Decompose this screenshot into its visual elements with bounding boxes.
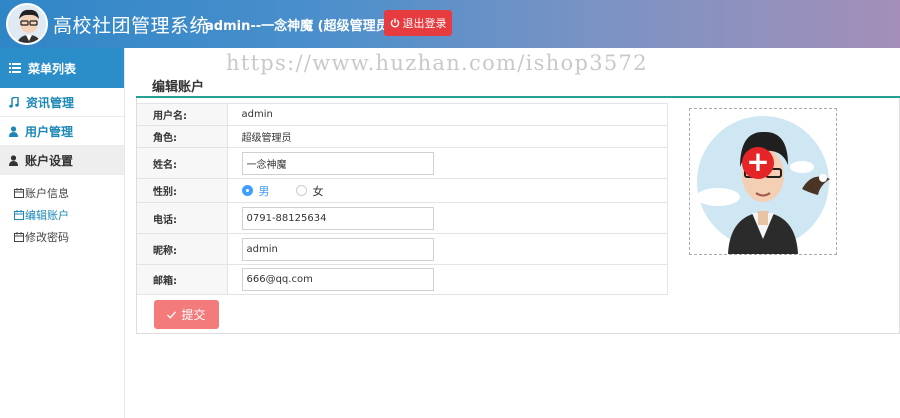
phone-input[interactable] bbox=[241, 206, 434, 230]
gender-cell: 男 女 bbox=[227, 178, 668, 203]
sidebar-subitem-label: 编辑账户 bbox=[25, 209, 69, 222]
role-label: 角色: bbox=[137, 125, 228, 148]
form-row-phone: 电话: bbox=[137, 202, 668, 234]
username-value: admin bbox=[227, 103, 668, 126]
edit-account-panel: 用户名: admin 角色: 超级管理员 姓名: 性别: 男 女 bbox=[136, 98, 900, 334]
form-row-email: 邮箱: bbox=[137, 264, 668, 295]
form-row-nickname: 昵称: bbox=[137, 233, 668, 265]
top-header: 高校社团管理系统 admin--一念神魔 (超级管理员) 退出登录 bbox=[0, 0, 900, 48]
submit-label: 提交 bbox=[181, 308, 206, 322]
sidebar-subitem-label: 修改密码 bbox=[25, 231, 69, 244]
power-icon bbox=[390, 18, 399, 28]
form-row-username: 用户名: admin bbox=[137, 103, 668, 126]
gender-label: 性别: bbox=[137, 178, 228, 203]
sidebar-item-account-settings[interactable]: 账户设置 bbox=[0, 146, 124, 175]
sidebar-item-label: 账户设置 bbox=[25, 153, 74, 168]
sidebar-item-label: 用户管理 bbox=[25, 124, 74, 139]
gender-female-label[interactable]: 女 bbox=[313, 183, 324, 199]
menu-title-label: 菜单列表 bbox=[28, 61, 77, 76]
list-icon bbox=[9, 63, 21, 73]
name-cell bbox=[227, 147, 668, 179]
sidebar-subitem-account-info[interactable]: 账户信息 bbox=[0, 182, 124, 204]
gender-male-label[interactable]: 男 bbox=[259, 183, 270, 199]
role-value: 超级管理员 bbox=[227, 125, 668, 148]
avatar-cartoon-icon bbox=[8, 5, 46, 43]
submit-button[interactable]: 提交 bbox=[154, 300, 219, 329]
gender-male-radio[interactable] bbox=[241, 185, 253, 196]
form-row-role: 角色: 超级管理员 bbox=[137, 125, 668, 148]
avatar bbox=[6, 3, 48, 45]
page-title: 编辑账户 bbox=[152, 80, 205, 95]
check-icon bbox=[167, 310, 177, 319]
music-note-icon bbox=[9, 96, 19, 108]
phone-label: 电话: bbox=[137, 202, 228, 234]
current-user-info: admin--一念神魔 (超级管理员) bbox=[205, 19, 395, 34]
email-cell bbox=[227, 264, 668, 295]
calendar-icon bbox=[14, 188, 24, 198]
account-settings-submenu: 账户信息 编辑账户 修改密码 bbox=[0, 175, 124, 248]
avatar-upload-box[interactable]: + bbox=[689, 108, 837, 255]
app-title: 高校社团管理系统 bbox=[53, 15, 210, 37]
name-label: 姓名: bbox=[137, 147, 228, 179]
email-label: 邮箱: bbox=[137, 264, 228, 295]
calendar-icon bbox=[14, 232, 24, 242]
add-photo-icon[interactable]: + bbox=[742, 147, 774, 179]
gender-female-radio[interactable] bbox=[295, 185, 307, 196]
nickname-cell bbox=[227, 233, 668, 265]
email-input[interactable] bbox=[241, 268, 434, 291]
sidebar-menu-title: 菜单列表 bbox=[0, 48, 124, 88]
user-icon bbox=[9, 125, 18, 137]
name-input[interactable] bbox=[241, 151, 434, 175]
sidebar: 菜单列表 资讯管理 用户管理 账户设置 账户信息 编辑账户 修改密码 bbox=[0, 48, 125, 418]
watermark-text: https://www.huzhan.com/ishop3572 bbox=[226, 51, 648, 75]
avatar-photo bbox=[696, 116, 830, 254]
form-row-gender: 性别: 男 女 bbox=[137, 178, 668, 203]
nickname-label: 昵称: bbox=[137, 233, 228, 265]
sidebar-item-news[interactable]: 资讯管理 bbox=[0, 88, 124, 117]
logout-label: 退出登录 bbox=[402, 17, 447, 30]
form-row-name: 姓名: bbox=[137, 147, 668, 179]
calendar-icon bbox=[14, 210, 24, 220]
account-form: 用户名: admin 角色: 超级管理员 姓名: 性别: 男 女 bbox=[137, 103, 668, 295]
sidebar-subitem-label: 账户信息 bbox=[25, 187, 69, 200]
user-icon bbox=[9, 154, 18, 166]
nickname-input[interactable] bbox=[241, 237, 434, 261]
username-label: 用户名: bbox=[137, 103, 228, 126]
phone-cell bbox=[227, 202, 668, 234]
logout-button[interactable]: 退出登录 bbox=[384, 10, 452, 36]
sidebar-item-label: 资讯管理 bbox=[26, 95, 75, 110]
sidebar-subitem-change-password[interactable]: 修改密码 bbox=[0, 226, 124, 248]
sidebar-subitem-edit-account[interactable]: 编辑账户 bbox=[0, 204, 124, 226]
gender-radio-group: 男 女 bbox=[241, 183, 668, 199]
sidebar-item-users[interactable]: 用户管理 bbox=[0, 117, 124, 146]
